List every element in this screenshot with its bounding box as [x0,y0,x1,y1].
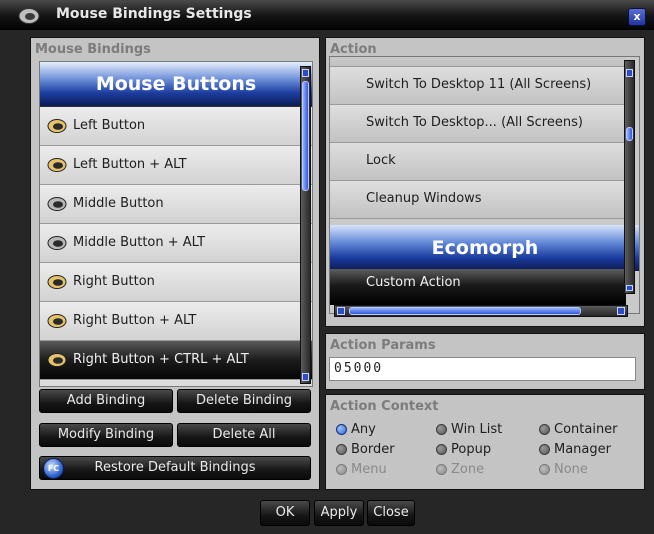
title-bar[interactable]: Mouse Bindings Settings x [0,0,654,30]
mouse-icon [47,196,67,212]
radio-icon [436,444,447,455]
mouse-buttons-header: Mouse Buttons [40,62,312,107]
action-list[interactable]: Switch To Desktop 10 (All Screens) Switc… [329,56,640,314]
scroll-thumb[interactable] [626,127,633,141]
mouse-icon [47,313,67,329]
context-radio-label: Container [554,422,618,437]
list-item[interactable]: Switch To Desktop... (All Screens) [330,105,626,143]
context-radio-label: Zone [451,462,485,477]
context-radio-label: Border [351,442,395,457]
binding-label: Left Button [73,118,146,133]
binding-label: Middle Button [73,196,164,211]
list-item[interactable]: Middle Button [40,185,312,224]
list-item[interactable]: Cleanup Windows [330,181,626,219]
modify-binding-button[interactable]: Modify Binding [39,423,173,447]
mouse-bindings-label: Mouse Bindings [35,42,151,57]
scroll-right-icon[interactable] [617,307,625,315]
action-item-label: Custom Action [366,275,461,290]
mouse-icon [47,274,67,290]
ecomorph-group-header: Ecomorph [330,225,639,271]
scroll-down-icon[interactable] [626,285,633,291]
context-radio-label: Menu [351,462,387,477]
radio-icon [436,424,447,435]
mouse-bindings-settings-window: Mouse Bindings Settings x Mouse Bindings… [0,0,654,534]
mouse-bindings-list[interactable]: Mouse Buttons Left Button Left Button + A… [39,61,313,387]
radio-icon [539,424,550,435]
binding-label: Right Button + ALT [73,313,197,328]
action-params-frame: Action Params 05000 [325,333,645,390]
window-title: Mouse Bindings Settings [56,6,252,22]
mouse-icon [47,235,67,251]
delete-all-button[interactable]: Delete All [177,423,311,447]
action-item-label: Cleanup Windows [366,191,482,206]
radio-icon [336,464,347,475]
list-item[interactable]: Right Button [40,263,312,302]
mouse-icon [47,118,67,134]
restore-default-bindings-button[interactable]: FC Restore Default Bindings [39,456,311,480]
context-radio-label: None [554,462,588,477]
list-item[interactable]: Right Button + CTRL + ALT [40,341,312,380]
mouse-icon [47,352,67,368]
binding-label: Left Button + ALT [73,157,187,172]
bindings-scrollbar[interactable] [300,66,311,384]
context-radio-label: Popup [451,442,492,457]
list-item[interactable]: Left Button [40,107,312,146]
context-radio-label: Manager [554,442,611,457]
scroll-up-icon[interactable] [302,69,309,77]
action-item-label: Switch To Desktop... (All Screens) [366,115,583,130]
list-item[interactable]: Right Button + ALT [40,302,312,341]
scroll-left-icon[interactable] [337,307,345,315]
radio-icon [436,464,447,475]
radio-icon [336,444,347,455]
list-item[interactable]: Switch To Desktop 11 (All Screens) [330,67,626,105]
mouse-icon [18,8,40,24]
scroll-up-icon[interactable] [626,69,633,77]
list-item[interactable]: Switch To Desktop 10 (All Screens) [330,57,626,67]
action-label: Action [330,42,377,57]
context-radio-label: Any [351,422,376,437]
binding-label: Right Button + CTRL + ALT [73,352,249,367]
action-context-frame: Action Context Any Win List Container Borde… [325,394,645,490]
close-button[interactable]: Close [367,500,415,526]
scroll-thumb[interactable] [302,81,309,191]
action-item-label: Switch To Desktop 11 (All Screens) [366,77,592,92]
restore-icon: FC [43,458,64,479]
radio-icon [336,424,347,435]
close-icon[interactable]: x [628,8,646,26]
list-item[interactable]: Middle Button + ALT [40,224,312,263]
radio-icon [539,444,550,455]
action-params-input[interactable]: 05000 [329,357,636,381]
binding-label: Right Button [73,274,155,289]
action-scrollbar[interactable] [624,60,635,294]
context-radio-label: Win List [451,422,503,437]
ok-button[interactable]: OK [260,500,310,526]
action-item-custom-action[interactable]: Custom Action [330,269,626,305]
action-hscrollbar[interactable] [334,305,628,317]
list-item[interactable]: Lock [330,143,626,181]
radio-icon [539,464,550,475]
restore-default-bindings-label: Restore Default Bindings [94,460,256,475]
action-item-label: Lock [366,153,396,168]
add-binding-button[interactable]: Add Binding [39,389,173,413]
binding-label: Middle Button + ALT [73,235,206,250]
action-context-label: Action Context [330,399,439,414]
hscroll-thumb[interactable] [349,307,581,315]
action-frame: Action Switch To Desktop 10 (All Screens… [325,37,645,327]
mouse-icon [47,157,67,173]
apply-button[interactable]: Apply [314,500,364,526]
list-item[interactable]: Left Button + ALT [40,146,312,185]
action-params-label: Action Params [330,338,436,353]
scroll-down-icon[interactable] [302,373,309,381]
mouse-bindings-frame: Mouse Bindings Mouse Buttons Left Button… [30,37,320,490]
delete-binding-button[interactable]: Delete Binding [177,389,311,413]
